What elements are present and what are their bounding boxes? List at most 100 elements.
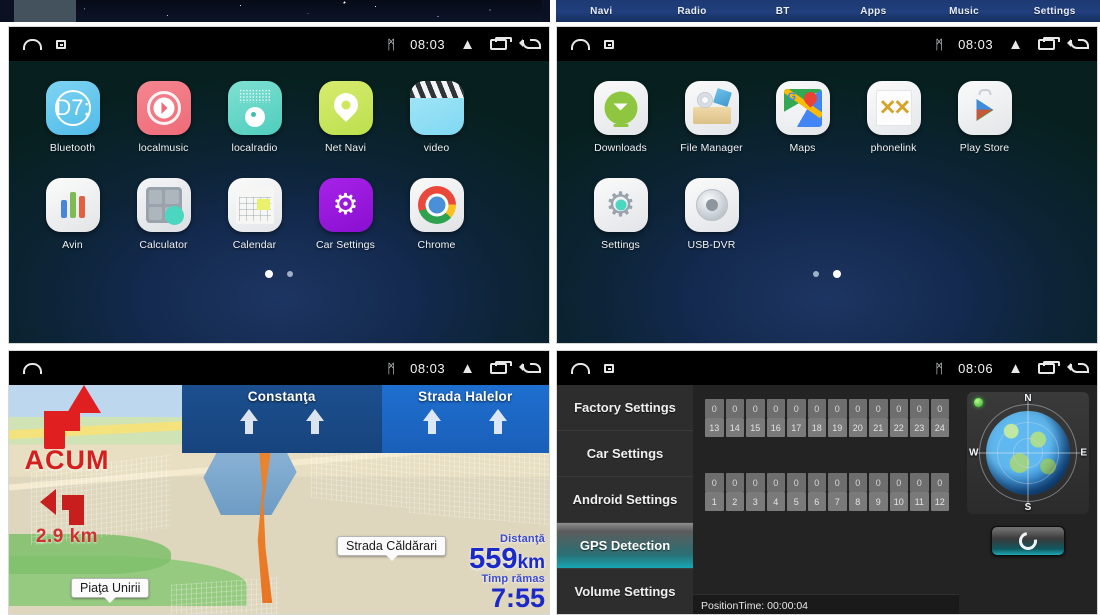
tab-bt[interactable]: BT (737, 6, 828, 17)
chevron-up-icon[interactable]: ▲ (1008, 361, 1023, 376)
satellite-signal: 0 (705, 399, 724, 418)
main-nav-tabbar[interactable]: Navi Radio BT Apps Music Settings (556, 0, 1100, 22)
app-row-2: Avin Calculator Calendar ⚙ Car Settings … (27, 178, 531, 251)
app-play-store[interactable]: Play Store (939, 81, 1030, 154)
usb-dvr-app-icon[interactable] (685, 178, 739, 232)
tab-radio[interactable]: Radio (647, 6, 738, 17)
bluetooth-app-icon[interactable]: D7; (46, 81, 100, 135)
gps-radar-widget: N S W E (967, 392, 1089, 514)
app-label: localradio (209, 142, 300, 154)
menu-item-gps-detection[interactable]: GPS Detection (557, 523, 693, 569)
status-bar-nav-left (23, 39, 66, 50)
home-icon[interactable] (23, 363, 42, 374)
home-icon[interactable] (571, 39, 590, 50)
app-avin[interactable]: Avin (27, 178, 118, 251)
app-localmusic[interactable]: localmusic (118, 81, 209, 154)
recents-icon[interactable] (490, 363, 507, 374)
play-store-app-icon[interactable] (958, 81, 1012, 135)
bluetooth-icon: ᛗ (935, 38, 943, 51)
recents-icon[interactable] (490, 39, 507, 50)
satellite-signal: 0 (787, 399, 806, 418)
app-localradio[interactable]: localradio (209, 81, 300, 154)
avin-app-icon[interactable] (46, 178, 100, 232)
page-dot-1[interactable] (265, 270, 273, 278)
app-downloads[interactable]: Downloads (575, 81, 666, 154)
sign-lane-arrows (240, 409, 324, 421)
app-bluetooth[interactable]: D7; Bluetooth (27, 81, 118, 154)
page-dot-1[interactable] (813, 271, 819, 277)
localradio-app-icon[interactable] (228, 81, 282, 135)
app-net-navi[interactable]: Net Navi (300, 81, 391, 154)
menu-item-car-settings[interactable]: Car Settings (557, 431, 693, 477)
satellite-signal-row: 0 0 0 0 0 0 0 0 0 0 0 0 (705, 399, 949, 418)
window-icon[interactable] (604, 364, 614, 373)
chevron-up-icon[interactable]: ▲ (460, 361, 475, 376)
app-maps[interactable]: G Maps (757, 81, 848, 154)
chrome-app-icon[interactable] (410, 178, 464, 232)
satellite-id: 6 (808, 492, 827, 511)
car-settings-app-icon[interactable]: ⚙ (319, 178, 373, 232)
app-label: Maps (757, 142, 848, 154)
window-icon[interactable] (604, 40, 614, 49)
calendar-app-icon[interactable] (228, 178, 282, 232)
home-icon[interactable] (23, 39, 42, 50)
status-bar-drawer-2: ᛗ 08:03 ▲ (557, 27, 1097, 61)
downloads-app-icon[interactable] (594, 81, 648, 135)
app-settings[interactable]: ⚙ Settings (575, 178, 666, 251)
phonelink-app-icon[interactable]: ✕✕ (867, 81, 921, 135)
app-file-manager[interactable]: File Manager (666, 81, 757, 154)
page-dot-2[interactable] (287, 271, 293, 277)
settings-menu[interactable]: Factory Settings Car Settings Android Se… (557, 385, 693, 615)
bluetooth-icon: ᛗ (935, 362, 943, 375)
back-icon[interactable] (1070, 364, 1087, 373)
video-app-icon[interactable] (410, 81, 464, 135)
chevron-up-icon[interactable]: ▲ (1008, 37, 1023, 52)
gps-radar-pane: N S W E (959, 385, 1097, 615)
recents-icon[interactable] (1038, 363, 1055, 374)
status-clock: 08:03 (410, 361, 445, 376)
app-label: Net Navi (300, 142, 391, 154)
tab-navi[interactable]: Navi (556, 6, 647, 17)
window-icon[interactable] (56, 40, 66, 49)
tab-settings[interactable]: Settings (1009, 6, 1100, 17)
compass-north-label: N (1024, 393, 1031, 404)
back-icon[interactable] (522, 40, 539, 49)
calculator-app-icon[interactable] (137, 178, 191, 232)
localmusic-app-icon[interactable] (137, 81, 191, 135)
turn-now-label: ACUM (13, 447, 121, 474)
app-car-settings[interactable]: ⚙ Car Settings (300, 178, 391, 251)
app-usb-dvr[interactable]: USB-DVR (666, 178, 757, 251)
refresh-button[interactable] (991, 526, 1065, 556)
app-calendar[interactable]: Calendar (209, 178, 300, 251)
app-label: Bluetooth (27, 142, 118, 154)
chevron-up-icon[interactable]: ▲ (460, 37, 475, 52)
back-icon[interactable] (1070, 40, 1087, 49)
satellite-block-top: 0 0 0 0 0 0 0 0 0 0 0 0 13 14 15 16 17 1… (705, 399, 949, 437)
satellite-signal: 0 (726, 473, 745, 492)
tab-music[interactable]: Music (919, 6, 1010, 17)
home-icon[interactable] (571, 363, 590, 374)
satellite-signal: 0 (849, 399, 868, 418)
app-chrome[interactable]: Chrome (391, 178, 482, 251)
menu-item-volume-settings[interactable]: Volume Settings (557, 569, 693, 615)
back-icon[interactable] (522, 364, 539, 373)
page-indicator-1[interactable] (27, 271, 531, 278)
menu-item-factory-settings[interactable]: Factory Settings (557, 385, 693, 431)
satellite-signal: 0 (808, 399, 827, 418)
page-dot-2[interactable] (833, 270, 841, 278)
recents-icon[interactable] (1038, 39, 1055, 50)
netnavi-app-icon[interactable] (319, 81, 373, 135)
settings-app-icon[interactable]: ⚙ (594, 178, 648, 232)
app-phonelink[interactable]: ✕✕ phonelink (848, 81, 939, 154)
app-video[interactable]: video (391, 81, 482, 154)
page-indicator-2[interactable] (575, 271, 1079, 278)
status-bar-nav-left (571, 39, 614, 50)
tab-apps[interactable]: Apps (828, 6, 919, 17)
maps-app-icon[interactable]: G (776, 81, 830, 135)
app-calculator[interactable]: Calculator (118, 178, 209, 251)
strip-corner-block (14, 0, 76, 22)
menu-item-android-settings[interactable]: Android Settings (557, 477, 693, 523)
lane-arrow-icon (306, 409, 324, 421)
satellite-id: 19 (828, 418, 847, 437)
file-manager-app-icon[interactable] (685, 81, 739, 135)
